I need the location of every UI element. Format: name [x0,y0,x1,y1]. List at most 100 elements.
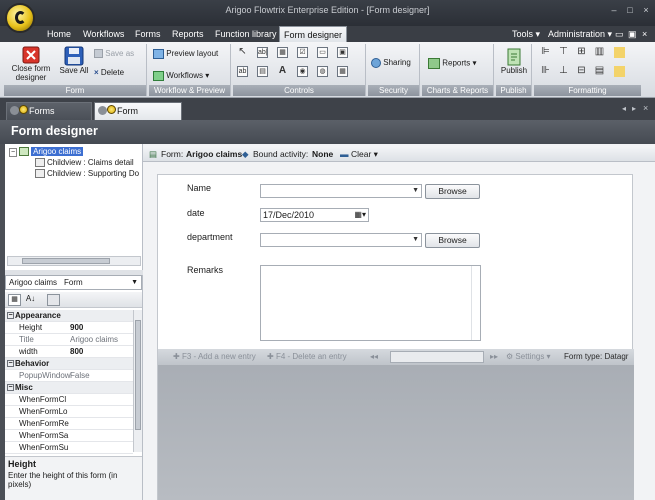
menu-forms[interactable]: Forms [131,26,165,42]
remarks-scrollbar[interactable] [471,266,480,340]
image-tool-icon[interactable]: ▣ [337,47,348,58]
menu-administration[interactable]: Administration ▾ [548,26,612,42]
bound-activity-value[interactable]: None [312,146,333,162]
collapse-icon[interactable]: − [7,384,14,391]
list-tool-icon[interactable]: ▤ [257,66,268,77]
delete-button[interactable]: × Delete [94,68,144,77]
object-selector[interactable]: Arigoo claims Form ▼ [5,275,142,290]
align-bottom-icon[interactable]: ⊥ [558,66,569,77]
menu-close-icon[interactable]: × [642,26,647,42]
textbox-tool-icon[interactable]: ab| [257,47,268,58]
pointer-tool-icon[interactable]: ↖ [237,47,248,58]
property-row[interactable]: WhenFormLo [5,406,133,418]
category-misc[interactable]: − Misc [5,382,133,394]
tree-child-claims[interactable]: Childview : Claims detail [35,158,134,168]
category-appearance[interactable]: − Appearance [5,310,133,322]
reports-button[interactable]: Reports ▾ [428,58,492,69]
scroll-thumb[interactable] [22,258,110,264]
department-browse-button[interactable]: Browse [425,233,480,248]
tab-form-designer[interactable]: Form designer [94,102,182,132]
bring-front-icon[interactable] [614,47,625,58]
menu-function-library[interactable]: Function library [211,26,281,42]
date-field[interactable]: 17/Dec/2010 ▦▾ [260,208,369,222]
property-value[interactable]: 900 [70,323,83,332]
sharing-button[interactable]: Sharing [371,58,419,68]
checkbox-tool-icon[interactable]: ☑ [297,47,308,58]
align-center-icon[interactable]: ⊞ [576,47,587,58]
collapse-icon[interactable]: − [7,360,14,367]
menu-reports[interactable]: Reports [168,26,208,42]
table-tool-icon[interactable]: ▦ [337,66,348,77]
property-row[interactable]: PopupWindow False [5,370,133,382]
alphabetical-icon[interactable]: A↓ [24,294,37,306]
name-browse-button[interactable]: Browse [425,184,480,199]
tab-close-icon[interactable] [10,106,19,115]
property-row[interactable]: WhenFormSu [5,442,133,454]
subgrid-nav-icon[interactable]: ◂◂ [370,349,378,365]
delete-entry-button[interactable]: ✚ F4 - Delete an entry [267,349,347,365]
align-right-icon[interactable]: ⊪ [540,66,551,77]
property-value[interactable]: False [70,371,90,380]
tab-forms-browser[interactable]: Forms browser [6,102,92,132]
property-vertical-scrollbar[interactable] [133,310,142,452]
menu-restore-icon[interactable]: ▣ [628,26,637,42]
maximize-button[interactable]: □ [624,5,636,15]
menu-workflows[interactable]: Workflows [79,26,128,42]
tree-horizontal-scrollbar[interactable] [7,256,141,266]
align-top-icon[interactable]: ⊤ [558,47,569,58]
save-all-button[interactable]: Save All [58,46,90,75]
tree-child-supporting[interactable]: Childview : Supporting Do [35,169,139,179]
minimize-button[interactable]: – [608,5,620,15]
name-dropdown[interactable]: ▼ [260,184,422,198]
tab-scroll-left-icon[interactable]: ◂ [622,104,626,113]
menu-home[interactable]: Home [43,26,75,42]
subgrid-selector[interactable] [390,351,484,363]
scroll-thumb[interactable] [135,320,141,430]
tree-collapse-icon[interactable]: − [9,148,18,157]
workflows-button[interactable]: Workflows ▾ [153,71,229,81]
property-row[interactable]: WhenFormRe [5,418,133,430]
save-as-button[interactable]: Save as [94,49,144,59]
remarks-textarea[interactable] [260,265,481,341]
property-row[interactable]: WhenFormSa [5,430,133,442]
collapse-icon[interactable]: − [7,312,14,319]
same-size-icon[interactable]: ▥ [594,47,605,58]
property-row[interactable]: Height 900 [5,322,133,334]
grid-tool-icon[interactable]: ▦ [277,47,288,58]
spacing-icon[interactable]: ▤ [594,66,605,77]
send-back-icon[interactable] [614,66,625,77]
tab-scroll-right-icon[interactable]: ▸ [632,104,636,113]
settings-button[interactable]: ⚙ Settings ▾ [506,349,551,365]
panel-tool-icon[interactable]: ▭ [317,47,328,58]
label-tool-icon[interactable]: ab [237,66,248,77]
add-entry-button[interactable]: ✚ F3 - Add a new entry [173,349,256,365]
subgrid-nav-next-icon[interactable]: ▸▸ [490,349,498,365]
property-value[interactable]: 800 [70,347,83,356]
form-canvas[interactable]: Name ▼ Browse date 17/Dec/2010 ▦▾ depart… [157,174,634,500]
close-window-button[interactable]: × [640,5,652,15]
tab-close-all-icon[interactable]: × [643,103,648,113]
close-form-button[interactable]: Close form designer [6,46,56,82]
align-left-icon[interactable]: ⊫ [540,47,551,58]
preview-layout-button[interactable]: Preview layout [153,49,229,59]
category-behavior[interactable]: − Behavior [5,358,133,370]
clear-button[interactable]: Clear ▾ [351,146,378,162]
chart-tool-icon[interactable]: ◍ [317,66,328,77]
menu-minimize-icon[interactable]: ▭ [615,26,624,42]
tree-root[interactable]: − Arigoo claims [9,147,84,157]
app-orb-icon[interactable] [5,3,35,33]
menu-form-designer[interactable]: Form designer [279,26,348,43]
menu-tools[interactable]: Tools ▾ [512,26,540,42]
property-value[interactable]: Arigoo claims [70,335,118,344]
property-row[interactable]: Title Arigoo claims [5,334,133,346]
property-row[interactable]: WhenFormCl [5,394,133,406]
department-dropdown[interactable]: ▼ [260,233,422,247]
tab-close-icon[interactable] [98,106,107,115]
align-middle-icon[interactable]: ⊟ [576,66,587,77]
categorized-icon[interactable]: ▦ [8,294,21,306]
property-row[interactable]: width 800 [5,346,133,358]
radio-tool-icon[interactable]: ◉ [297,66,308,77]
property-pages-icon[interactable] [47,294,60,306]
calendar-icon[interactable]: ▦▾ [354,209,366,221]
publish-button[interactable]: Publish [497,48,531,75]
